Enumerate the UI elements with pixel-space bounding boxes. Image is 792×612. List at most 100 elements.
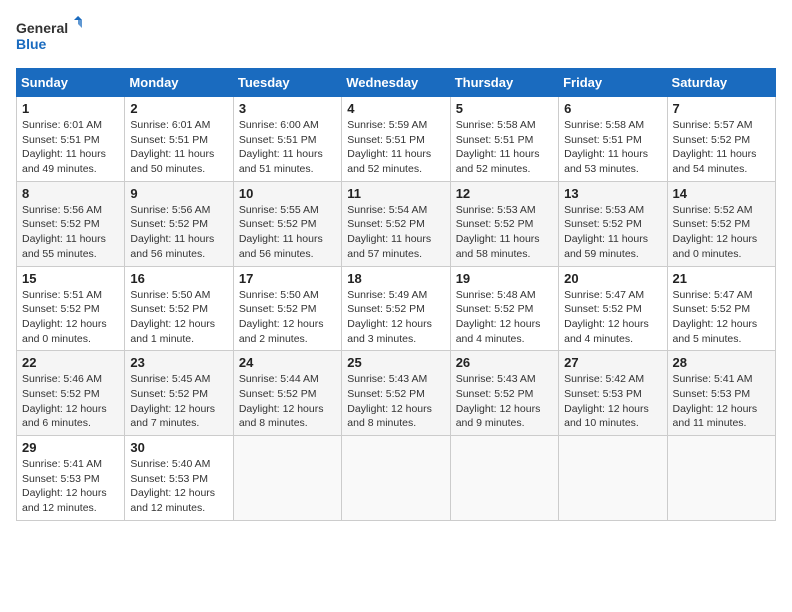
day-number: 19 [456,271,553,286]
day-info: Sunrise: 5:48 AMSunset: 5:52 PMDaylight:… [456,288,553,347]
day-number: 25 [347,355,444,370]
day-cell: 8 Sunrise: 5:56 AMSunset: 5:52 PMDaylight… [17,181,125,266]
day-cell: 13 Sunrise: 5:53 AMSunset: 5:52 PMDayligh… [559,181,667,266]
day-cell: 7 Sunrise: 5:57 AMSunset: 5:52 PMDaylight… [667,97,775,182]
day-info: Sunrise: 5:50 AMSunset: 5:52 PMDaylight:… [239,288,336,347]
day-cell: 25 Sunrise: 5:43 AMSunset: 5:52 PMDayligh… [342,351,450,436]
day-info: Sunrise: 5:41 AMSunset: 5:53 PMDaylight:… [673,372,770,431]
day-info: Sunrise: 6:00 AMSunset: 5:51 PMDaylight:… [239,118,336,177]
day-number: 26 [456,355,553,370]
day-info: Sunrise: 5:55 AMSunset: 5:52 PMDaylight:… [239,203,336,262]
day-number: 24 [239,355,336,370]
day-info: Sunrise: 5:44 AMSunset: 5:52 PMDaylight:… [239,372,336,431]
col-header-wednesday: Wednesday [342,69,450,97]
day-cell: 12 Sunrise: 5:53 AMSunset: 5:52 PMDayligh… [450,181,558,266]
day-info: Sunrise: 5:53 AMSunset: 5:52 PMDaylight:… [564,203,661,262]
day-info: Sunrise: 5:47 AMSunset: 5:52 PMDaylight:… [564,288,661,347]
day-cell: 20 Sunrise: 5:47 AMSunset: 5:52 PMDayligh… [559,266,667,351]
day-info: Sunrise: 5:50 AMSunset: 5:52 PMDaylight:… [130,288,227,347]
day-info: Sunrise: 5:56 AMSunset: 5:52 PMDaylight:… [22,203,119,262]
day-info: Sunrise: 5:52 AMSunset: 5:52 PMDaylight:… [673,203,770,262]
day-number: 29 [22,440,119,455]
day-number: 27 [564,355,661,370]
day-cell: 17 Sunrise: 5:50 AMSunset: 5:52 PMDayligh… [233,266,341,351]
day-info: Sunrise: 5:45 AMSunset: 5:52 PMDaylight:… [130,372,227,431]
week-row-5: 29 Sunrise: 5:41 AMSunset: 5:53 PMDayligh… [17,436,776,521]
day-info: Sunrise: 5:46 AMSunset: 5:52 PMDaylight:… [22,372,119,431]
day-number: 12 [456,186,553,201]
day-number: 23 [130,355,227,370]
day-info: Sunrise: 5:56 AMSunset: 5:52 PMDaylight:… [130,203,227,262]
day-cell: 23 Sunrise: 5:45 AMSunset: 5:52 PMDayligh… [125,351,233,436]
day-number: 3 [239,101,336,116]
day-info: Sunrise: 5:59 AMSunset: 5:51 PMDaylight:… [347,118,444,177]
day-number: 7 [673,101,770,116]
day-number: 4 [347,101,444,116]
day-cell: 11Sunrise: 5:54 AMSunset: 5:52 PMDayligh… [342,181,450,266]
day-number: 15 [22,271,119,286]
day-cell: 18 Sunrise: 5:49 AMSunset: 5:52 PMDayligh… [342,266,450,351]
col-header-sunday: Sunday [17,69,125,97]
day-number: 22 [22,355,119,370]
day-cell: 10 Sunrise: 5:55 AMSunset: 5:52 PMDayligh… [233,181,341,266]
col-header-friday: Friday [559,69,667,97]
day-number: 10 [239,186,336,201]
day-number: 13 [564,186,661,201]
day-cell: 27 Sunrise: 5:42 AMSunset: 5:53 PMDayligh… [559,351,667,436]
day-number: 6 [564,101,661,116]
day-number: 18 [347,271,444,286]
day-info: Sunrise: 5:43 AMSunset: 5:52 PMDaylight:… [456,372,553,431]
day-cell: 15 Sunrise: 5:51 AMSunset: 5:52 PMDayligh… [17,266,125,351]
day-cell [450,436,558,521]
day-info: Sunrise: 5:49 AMSunset: 5:52 PMDaylight:… [347,288,444,347]
day-number: 9 [130,186,227,201]
day-number: 30 [130,440,227,455]
day-cell: 3 Sunrise: 6:00 AMSunset: 5:51 PMDaylight… [233,97,341,182]
day-number: 28 [673,355,770,370]
day-cell: 28 Sunrise: 5:41 AMSunset: 5:53 PMDayligh… [667,351,775,436]
day-info: Sunrise: 5:57 AMSunset: 5:52 PMDaylight:… [673,118,770,177]
calendar-table: SundayMondayTuesdayWednesdayThursdayFrid… [16,68,776,521]
day-cell: 24 Sunrise: 5:44 AMSunset: 5:52 PMDayligh… [233,351,341,436]
day-info: Sunrise: 5:41 AMSunset: 5:53 PMDaylight:… [22,457,119,516]
day-cell: 4 Sunrise: 5:59 AMSunset: 5:51 PMDaylight… [342,97,450,182]
day-cell: 2Sunrise: 6:01 AMSunset: 5:51 PMDaylight… [125,97,233,182]
logo-svg: General Blue [16,16,86,56]
day-cell: 22 Sunrise: 5:46 AMSunset: 5:52 PMDayligh… [17,351,125,436]
day-info: Sunrise: 5:43 AMSunset: 5:52 PMDaylight:… [347,372,444,431]
col-header-monday: Monday [125,69,233,97]
col-header-tuesday: Tuesday [233,69,341,97]
day-number: 8 [22,186,119,201]
day-cell [559,436,667,521]
day-cell [667,436,775,521]
week-row-2: 8 Sunrise: 5:56 AMSunset: 5:52 PMDaylight… [17,181,776,266]
week-row-1: 1Sunrise: 6:01 AMSunset: 5:51 PMDaylight… [17,97,776,182]
day-number: 5 [456,101,553,116]
day-cell: 1Sunrise: 6:01 AMSunset: 5:51 PMDaylight… [17,97,125,182]
week-row-3: 15 Sunrise: 5:51 AMSunset: 5:52 PMDayligh… [17,266,776,351]
day-cell: 30Sunrise: 5:40 AMSunset: 5:53 PMDayligh… [125,436,233,521]
page-header: General Blue [16,16,776,56]
logo: General Blue [16,16,86,56]
day-number: 2 [130,101,227,116]
day-info: Sunrise: 5:53 AMSunset: 5:52 PMDaylight:… [456,203,553,262]
day-cell [342,436,450,521]
day-info: Sunrise: 5:58 AMSunset: 5:51 PMDaylight:… [456,118,553,177]
day-number: 1 [22,101,119,116]
day-number: 16 [130,271,227,286]
day-cell: 29 Sunrise: 5:41 AMSunset: 5:53 PMDayligh… [17,436,125,521]
svg-text:General: General [16,20,68,36]
day-cell: 9 Sunrise: 5:56 AMSunset: 5:52 PMDaylight… [125,181,233,266]
day-number: 17 [239,271,336,286]
col-header-saturday: Saturday [667,69,775,97]
day-cell: 6Sunrise: 5:58 AMSunset: 5:51 PMDaylight… [559,97,667,182]
day-cell: 5 Sunrise: 5:58 AMSunset: 5:51 PMDaylight… [450,97,558,182]
day-cell: 26 Sunrise: 5:43 AMSunset: 5:52 PMDayligh… [450,351,558,436]
day-info: Sunrise: 5:42 AMSunset: 5:53 PMDaylight:… [564,372,661,431]
day-cell: 19 Sunrise: 5:48 AMSunset: 5:52 PMDayligh… [450,266,558,351]
day-cell [233,436,341,521]
day-number: 20 [564,271,661,286]
day-info: Sunrise: 5:51 AMSunset: 5:52 PMDaylight:… [22,288,119,347]
col-header-thursday: Thursday [450,69,558,97]
day-cell: 16 Sunrise: 5:50 AMSunset: 5:52 PMDayligh… [125,266,233,351]
